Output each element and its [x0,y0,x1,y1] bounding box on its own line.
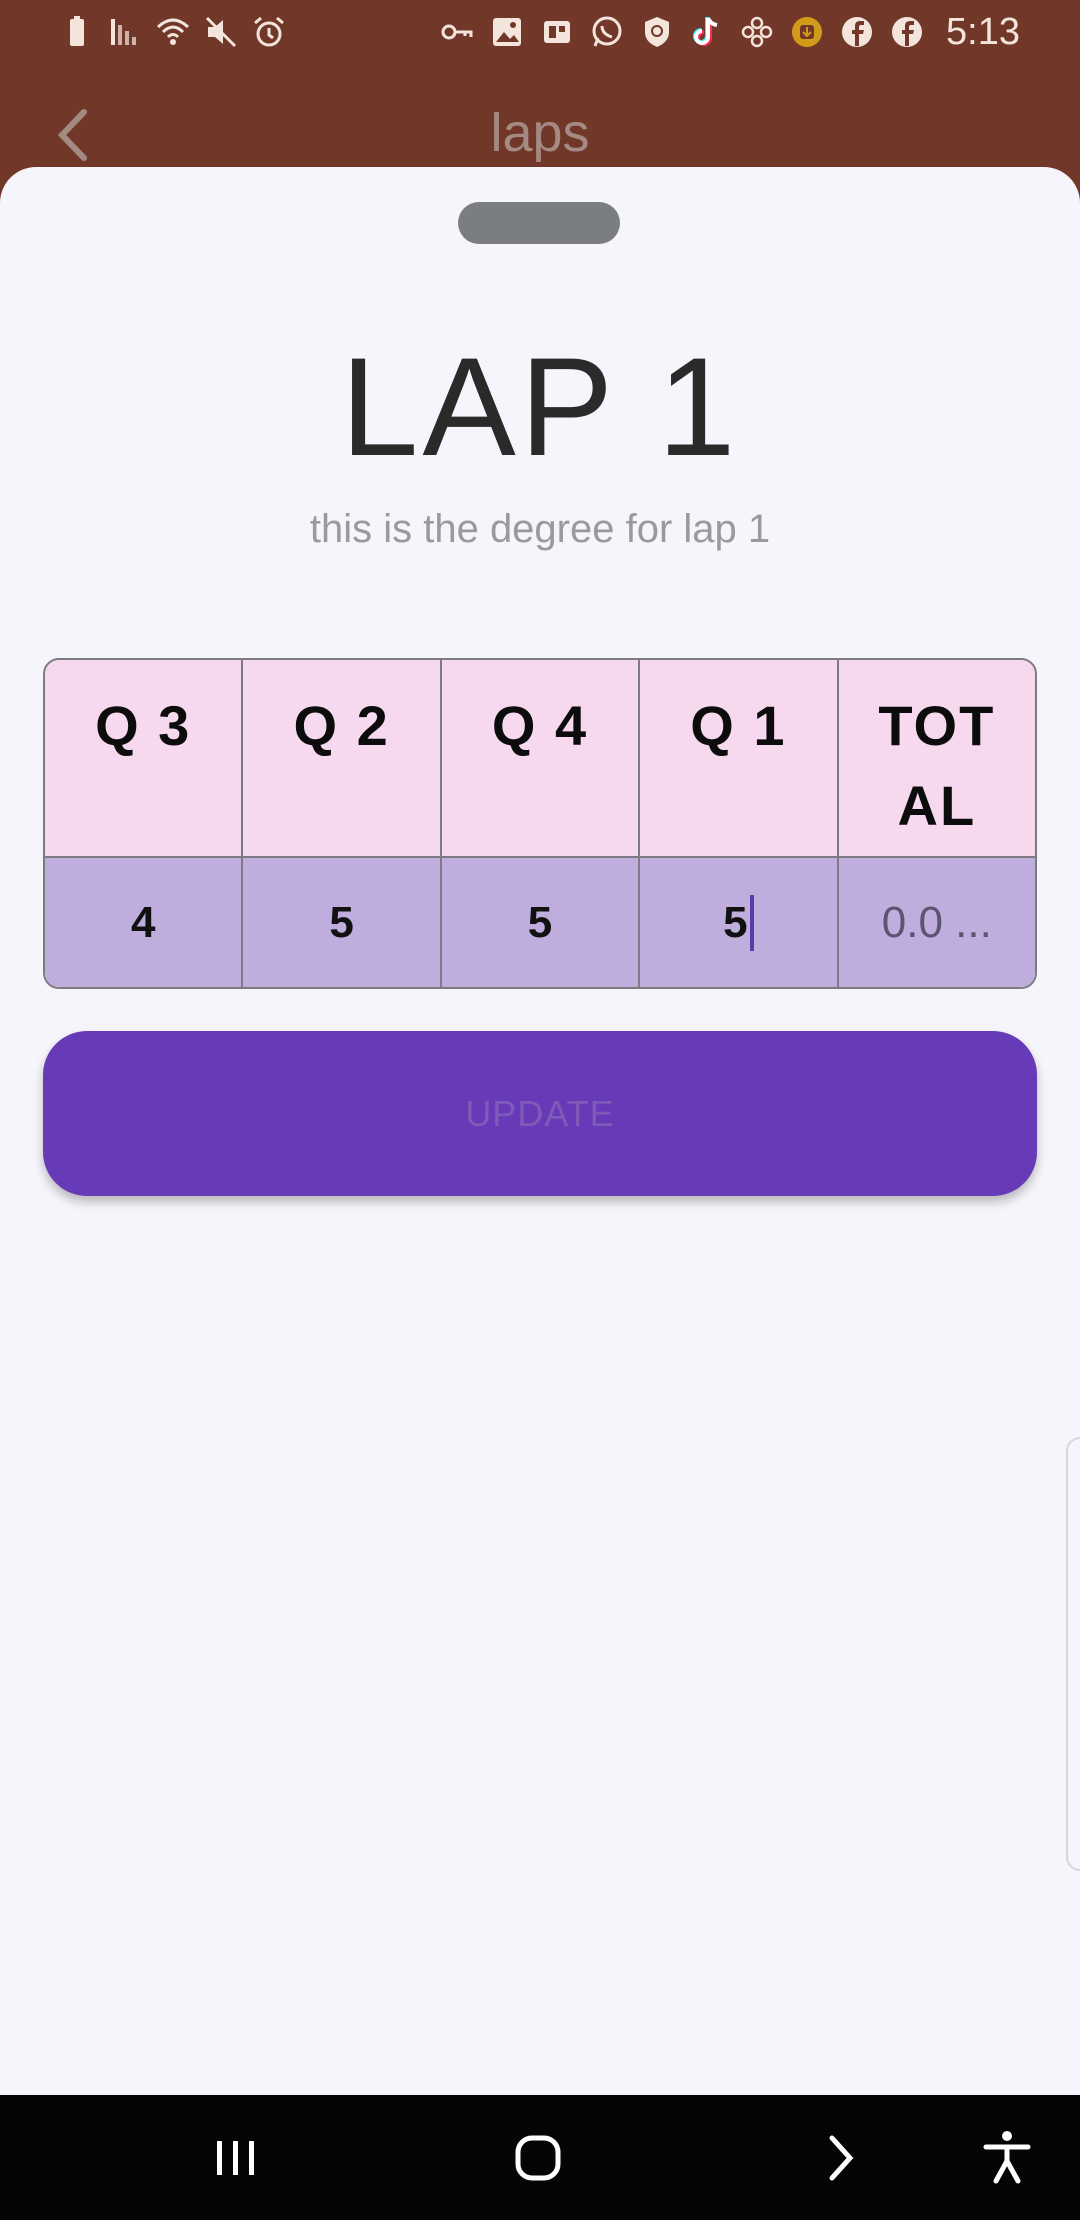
wifi-icon [156,15,190,49]
accessibility-icon [983,2131,1031,2184]
header-cell-q2: Q 2 [243,660,442,856]
header-cell-q3: Q 3 [45,660,244,856]
total-value: 0.0 ... [881,897,992,947]
flower-icon [740,15,774,49]
alarm-icon [252,15,286,49]
app-icon [540,15,574,49]
nav-back-button[interactable] [805,2123,875,2193]
header-label: Q 1 [690,694,787,757]
status-time: 5:13 [946,10,1020,53]
whatsapp-icon [590,15,624,49]
recents-button[interactable] [201,2123,271,2193]
battery-icon [60,15,94,49]
q4-value: 5 [527,897,553,947]
home-icon [515,2135,561,2181]
table-value-row: 4 5 5 5 0.0 ... [45,858,1035,987]
total-field: 0.0 ... [839,858,1035,987]
back-icon [829,2135,854,2181]
drag-handle[interactable] [458,202,620,244]
table-header-row: Q 3 Q 2 Q 4 Q 1 TOTAL [45,660,1035,858]
q1-value: 5 [723,897,748,947]
header-cell-q4: Q 4 [442,660,641,856]
shield-icon [640,15,674,49]
navigation-bar [0,2095,1080,2220]
q1-input[interactable]: 5 [640,858,839,987]
recents-icon [217,2141,254,2175]
key-icon [440,15,474,49]
grade-table: Q 3 Q 2 Q 4 Q 1 TOTAL 4 5 5 5 0.0 ... [43,658,1037,989]
header-cell-q1: Q 1 [640,660,839,856]
status-bar: 5:13 [0,0,1080,64]
q3-input[interactable]: 4 [45,858,244,987]
tiktok-icon [690,15,724,49]
bottom-sheet: LAP 1 this is the degree for lap 1 Q 3 Q… [0,167,1080,2095]
status-left-icons [60,12,286,52]
app-title: laps [490,103,590,163]
q4-input[interactable]: 5 [442,858,641,987]
status-right-icons: 5:13 [440,10,1020,53]
q2-input[interactable]: 5 [243,858,442,987]
q3-value: 4 [130,897,156,947]
facebook-icon [890,15,924,49]
text-cursor [749,894,754,951]
header-label: TOTAL [878,694,996,837]
edge-panel-handle[interactable] [1066,1437,1080,1871]
home-button[interactable] [503,2123,573,2193]
accessibility-button[interactable] [972,2123,1042,2193]
screen: 5:13 laps LAP 1 this is the degree for l… [0,0,1080,2220]
update-button[interactable]: UPDATE [43,1031,1037,1196]
header-label: Q 2 [293,694,390,757]
signal-icon [108,15,142,49]
facebook-icon [840,15,874,49]
header-label: Q 4 [491,694,589,757]
q2-value: 5 [329,897,354,947]
lap-subtitle: this is the degree for lap 1 [309,507,771,551]
header-cell-total: TOTAL [839,660,1035,856]
mute-icon [204,15,238,49]
header-label: Q 3 [95,694,192,757]
lap-title: LAP 1 [340,328,740,485]
gallery-icon [490,15,524,49]
download-badge-icon [790,15,824,49]
